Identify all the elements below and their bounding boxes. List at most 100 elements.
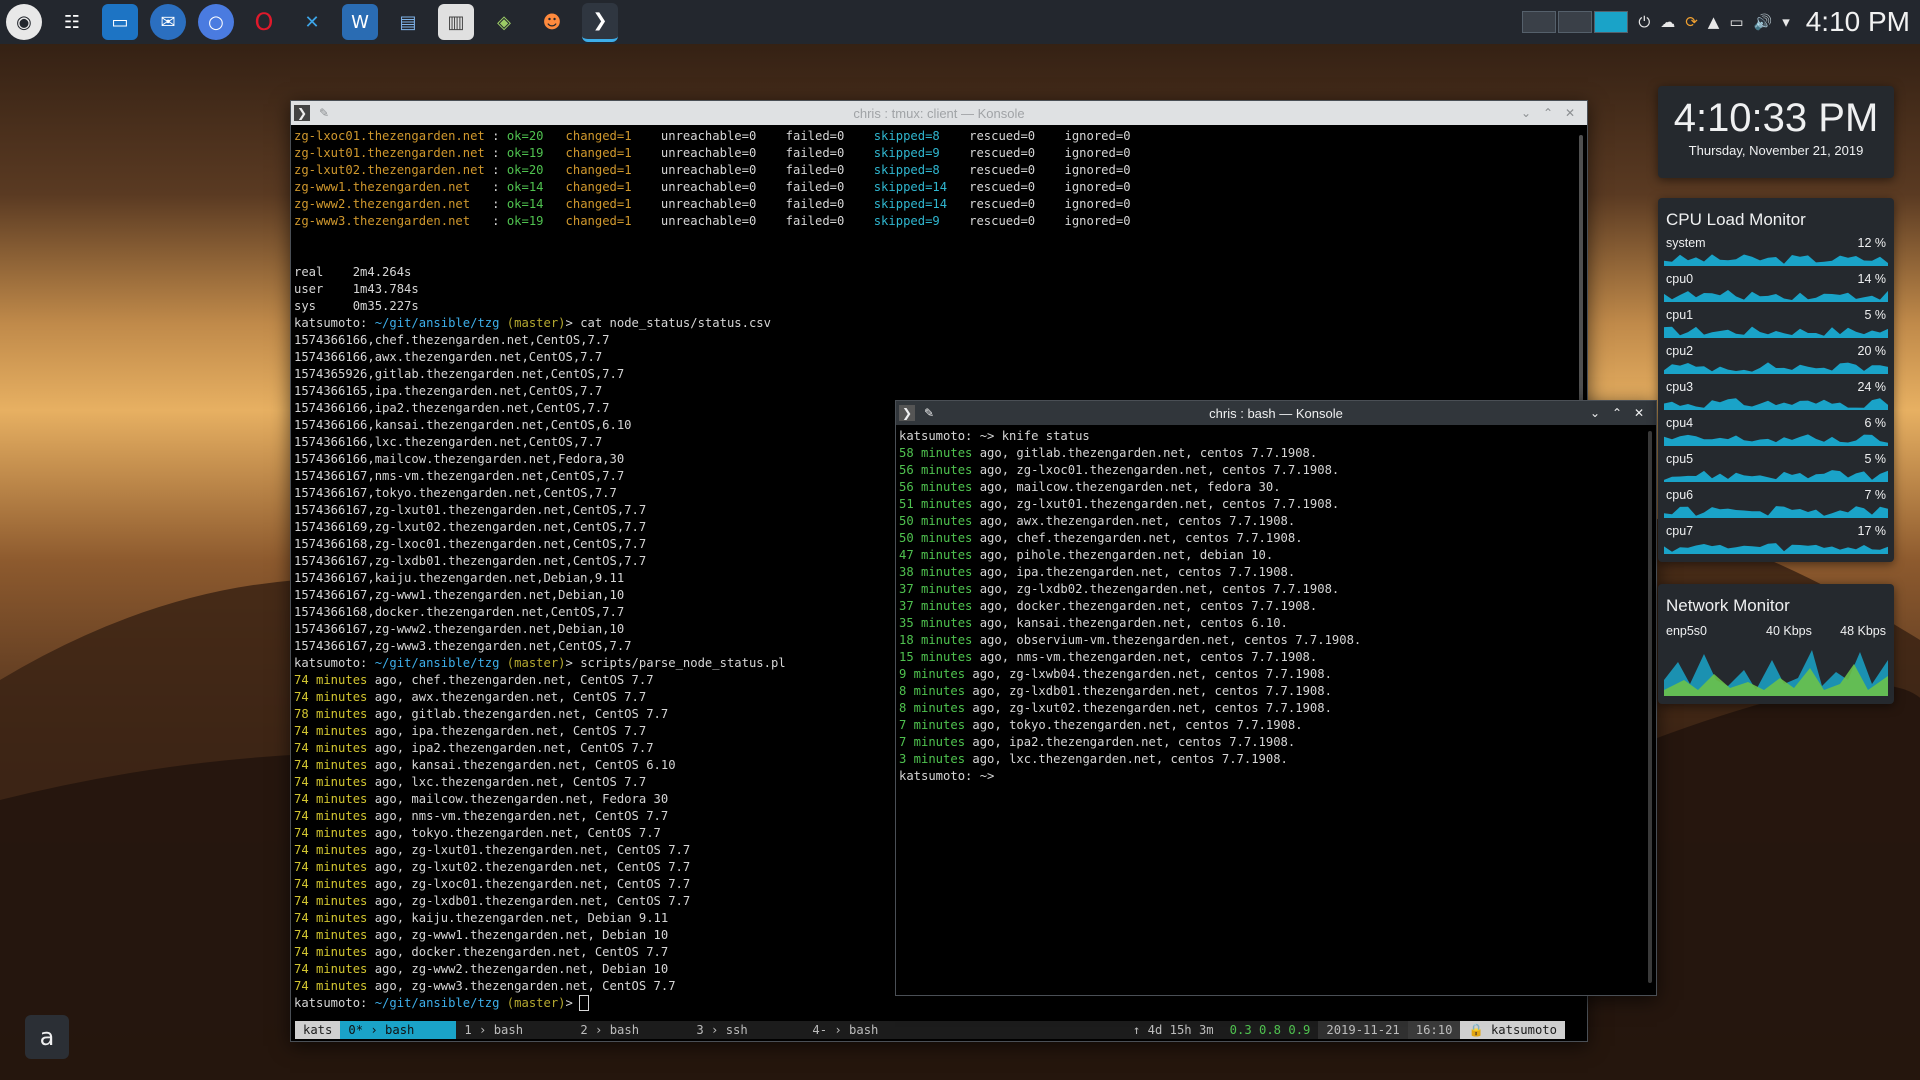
volume-icon[interactable]: 🔊 bbox=[1754, 13, 1773, 31]
status-text: ago, pihole.thezengarden.net, debian 10. bbox=[972, 548, 1274, 562]
status-text: ago, mailcow.thezengarden.net, Fedora 30 bbox=[367, 792, 669, 806]
bash-window-titlebar[interactable]: ❯ ✎ chris : bash — Konsole ⌄ ⌃ ✕ bbox=[896, 401, 1656, 425]
term-text: 1574366167,zg-lxdb01.thezengarden.net,Ce… bbox=[294, 554, 647, 568]
cloud-icon[interactable]: ☁ bbox=[1660, 13, 1675, 31]
app-icon[interactable]: ☻ bbox=[534, 4, 570, 40]
recap-unreachable: unreachable=0 bbox=[660, 214, 786, 228]
status-text: ago, mailcow.thezengarden.net, fedora 30… bbox=[972, 480, 1281, 494]
desktop-1[interactable] bbox=[1522, 11, 1557, 33]
maximize-icon[interactable]: ⌃ bbox=[1540, 105, 1556, 121]
tray-expand-icon[interactable]: ▾ bbox=[1782, 13, 1790, 31]
status-minutes: 74 minutes bbox=[294, 673, 368, 687]
recap-host: zg-lxoc01.thezengarden.net bbox=[294, 129, 493, 143]
display-icon[interactable]: ▭ bbox=[1729, 13, 1743, 31]
tmux-status-bar: kats 0* › bash 1 › bash 2 › bash 3 › ssh 4- … bbox=[295, 1021, 1565, 1039]
opera-icon[interactable]: O bbox=[246, 4, 282, 40]
chromium-icon[interactable]: ○ bbox=[198, 4, 234, 40]
recap-ignored: ignored=0 bbox=[1064, 214, 1131, 228]
term-text: : bbox=[492, 146, 507, 160]
status-text: ago, nms-vm.thezengarden.net, CentOS 7.7 bbox=[367, 809, 669, 823]
tmux-window-tab[interactable]: 0* › bash bbox=[340, 1021, 457, 1039]
cpu-load-monitor-widget[interactable]: CPU Load Monitor system 12 % cpu0 14 % cpu1 5… bbox=[1658, 198, 1894, 562]
network-tool-icon[interactable]: ◈ bbox=[486, 4, 522, 40]
knife-status-line: 7 minutes ago, ipa2.thezengarden.net, ce… bbox=[899, 734, 1653, 751]
status-minutes: 7 minutes bbox=[899, 718, 966, 732]
taskbar-clock[interactable]: 4:10 PM bbox=[1806, 6, 1910, 38]
prompt-command: > cat node_status/status.csv bbox=[565, 316, 771, 330]
recap-host: zg-www2.thezengarden.net bbox=[294, 197, 493, 211]
maximize-icon[interactable]: ⌃ bbox=[1609, 405, 1625, 421]
status-text: ago, ipa2.thezengarden.net, centos 7.7.1… bbox=[965, 735, 1296, 749]
updates-icon[interactable]: ⟳ bbox=[1685, 13, 1698, 31]
tmux-window-titlebar[interactable]: ❯ ✎ chris : tmux: client — Konsole ⌄ ⌃ ✕ bbox=[291, 101, 1587, 125]
status-minutes: 51 minutes bbox=[899, 497, 973, 511]
term-text: real 2m4.264s bbox=[294, 265, 412, 279]
prompt-command: > scripts/parse_node_status.pl bbox=[565, 656, 786, 670]
task-manager-icon[interactable]: ☷ bbox=[54, 4, 90, 40]
status-text: ago, ipa.thezengarden.net, centos 7.7.19… bbox=[972, 565, 1296, 579]
prompt-path: ~/git/ansible/tzg bbox=[374, 656, 500, 670]
close-icon[interactable]: ✕ bbox=[1631, 405, 1647, 421]
virtual-desktop-pager[interactable] bbox=[1522, 11, 1629, 33]
scrollbar[interactable] bbox=[1648, 431, 1652, 983]
tmux-window-tab[interactable]: 1 › bash bbox=[456, 1021, 572, 1039]
recap-ignored: ignored=0 bbox=[1064, 146, 1131, 160]
desktop-3[interactable] bbox=[1594, 11, 1629, 33]
konsole-app-icon[interactable]: ❯ bbox=[899, 405, 915, 421]
text-editor-icon[interactable]: ▥ bbox=[438, 4, 474, 40]
recap-rescued: rescued=0 bbox=[969, 163, 1065, 177]
cpu-row-cpu1: cpu1 5 % bbox=[1658, 306, 1894, 342]
launcher-button[interactable]: a bbox=[25, 1015, 69, 1059]
tmux-window-tab[interactable]: 3 › ssh bbox=[688, 1021, 804, 1039]
window-title: chris : bash — Konsole bbox=[1209, 405, 1343, 421]
knife-status-line: 51 minutes ago, zg-lxut01.thezengarden.n… bbox=[899, 496, 1653, 513]
kde-menu-icon[interactable]: ◉ bbox=[6, 4, 42, 40]
cpu-value: 7 % bbox=[1864, 488, 1886, 502]
tmux-window-tab[interactable]: 2 › bash bbox=[572, 1021, 688, 1039]
recap-rescued: rescued=0 bbox=[969, 146, 1065, 160]
minimize-icon[interactable]: ⌄ bbox=[1587, 405, 1603, 421]
prompt-end: katsumoto: ~> bbox=[899, 769, 995, 783]
pin-icon[interactable]: ✎ bbox=[316, 105, 332, 121]
term-text: 1574366166,lxc.thezengarden.net,CentOS,7… bbox=[294, 435, 603, 449]
recap-failed: failed=0 bbox=[785, 129, 874, 143]
bash-terminal-output[interactable]: katsumoto: ~> knife status 58 minutes ago… bbox=[896, 425, 1656, 788]
status-minutes: 74 minutes bbox=[294, 775, 368, 789]
recap-ok: ok=19 bbox=[506, 214, 566, 228]
vpn-icon[interactable]: ▲ bbox=[1708, 13, 1720, 31]
cpu-sparkline bbox=[1664, 434, 1888, 446]
recap-rescued: rescued=0 bbox=[969, 214, 1065, 228]
recap-ok: ok=20 bbox=[506, 129, 566, 143]
network-monitor-widget[interactable]: Network Monitor enp5s0 40 Kbps 48 Kbps bbox=[1658, 584, 1894, 704]
libreoffice-writer-icon[interactable]: W bbox=[342, 4, 378, 40]
desktop-2[interactable] bbox=[1558, 11, 1593, 33]
cpu-monitor-title: CPU Load Monitor bbox=[1666, 210, 1806, 229]
network-iface: enp5s0 bbox=[1666, 624, 1708, 638]
status-minutes: 74 minutes bbox=[294, 690, 368, 704]
close-icon[interactable]: ✕ bbox=[1562, 105, 1578, 121]
prompt-line: katsumoto: ~> knife status bbox=[899, 428, 1653, 445]
file-manager-icon[interactable]: ▭ bbox=[102, 4, 138, 40]
cpu-value: 6 % bbox=[1864, 416, 1886, 430]
vscode-icon[interactable]: ✕ bbox=[294, 4, 330, 40]
status-text: ago, tokyo.thezengarden.net, CentOS 7.7 bbox=[367, 826, 661, 840]
konsole-icon[interactable]: ❯ bbox=[582, 2, 618, 42]
thunderbird-icon[interactable]: ✉ bbox=[150, 4, 186, 40]
recap-ok: ok=19 bbox=[506, 146, 566, 160]
knife-status-line: 37 minutes ago, zg-lxdb02.thezengarden.n… bbox=[899, 581, 1653, 598]
tmux-window-tab[interactable]: 4- › bash bbox=[804, 1021, 920, 1039]
recap-changed: changed=1 bbox=[565, 180, 661, 194]
digital-clock-widget[interactable]: 4:10:33 PM Thursday, November 21, 2019 bbox=[1658, 86, 1894, 178]
status-minutes: 74 minutes bbox=[294, 928, 368, 942]
status-minutes: 74 minutes bbox=[294, 758, 368, 772]
konsole-app-icon[interactable]: ❯ bbox=[294, 105, 310, 121]
status-text: ago, docker.thezengarden.net, centos 7.7… bbox=[972, 599, 1318, 613]
status-minutes: 74 minutes bbox=[294, 843, 368, 857]
status-minutes: 18 minutes bbox=[899, 633, 973, 647]
pin-icon[interactable]: ✎ bbox=[921, 405, 937, 421]
minimize-icon[interactable]: ⌄ bbox=[1518, 105, 1534, 121]
power-icon[interactable]: ⏻ bbox=[1638, 13, 1650, 31]
cpu-value: 24 % bbox=[1857, 380, 1887, 394]
recap-host: zg-lxut02.thezengarden.net bbox=[294, 163, 493, 177]
messenger-icon[interactable]: ▤ bbox=[390, 4, 426, 40]
